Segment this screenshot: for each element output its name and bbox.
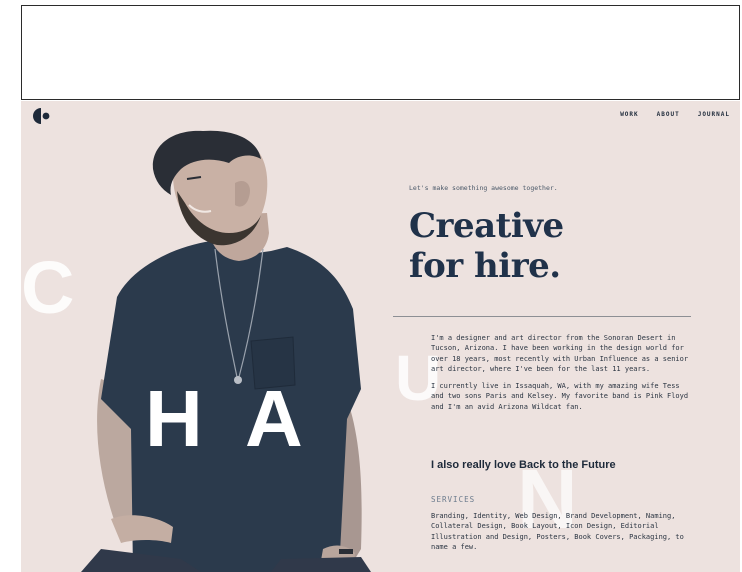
logo-icon[interactable] <box>31 107 53 125</box>
nav-about[interactable]: ABOUT <box>657 111 680 118</box>
headline: Creative for hire. <box>409 206 564 286</box>
bio: I'm a designer and art director from the… <box>431 333 693 419</box>
main-nav: WORK ABOUT JOURNAL <box>620 111 730 118</box>
nav-journal[interactable]: JOURNAL <box>698 111 730 118</box>
nav-work[interactable]: WORK <box>620 111 638 118</box>
services-heading: SERVICES <box>431 495 476 504</box>
top-banner <box>21 5 740 100</box>
headline-line-2: for hire. <box>409 246 561 286</box>
name-letter-a: A <box>245 374 303 463</box>
portrait-photo <box>81 130 371 572</box>
portfolio-page: WORK ABOUT JOURNAL C H A U N Let's make … <box>21 101 740 572</box>
divider <box>393 316 691 317</box>
headline-line-1: Creative <box>409 206 564 246</box>
bio-paragraph-1: I'm a designer and art director from the… <box>431 334 689 373</box>
name-letter-h: H <box>145 374 203 463</box>
tagline: Let's make something awesome together. <box>409 184 558 192</box>
love-line: I also really love Back to the Future <box>431 459 616 471</box>
bio-paragraph-2: I currently live in Issaquah, WA, with m… <box>431 382 689 411</box>
services-text: Branding, Identity, Web Design, Brand De… <box>431 512 684 551</box>
